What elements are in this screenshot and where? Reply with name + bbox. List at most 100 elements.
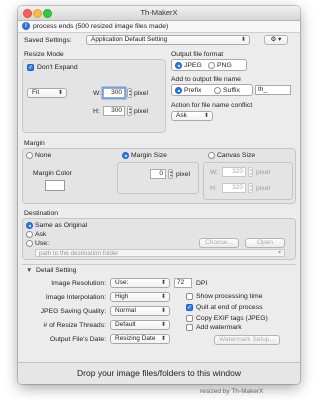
interpolation-value: High	[115, 293, 129, 300]
window-title: Th-MakerX	[140, 8, 178, 17]
margin-size-label: Margin Size	[131, 151, 167, 159]
width-stepper[interactable]: ▲ ▼	[127, 88, 132, 98]
canvas-h-input[interactable]: 320	[222, 183, 246, 193]
margin-title: Margin	[24, 140, 45, 147]
prefix-radio[interactable]	[175, 87, 182, 94]
resize-mode-title: Resize Mode	[24, 51, 64, 58]
threads-value: Default	[115, 321, 136, 328]
conflict-value: Ask	[176, 112, 187, 119]
jpeg-quality-label: JPEG Saving Quality:	[40, 308, 106, 315]
suffix-radio[interactable]	[214, 87, 221, 94]
status-bar: i process ends (500 resized image files …	[18, 21, 300, 33]
gear-menu-button[interactable]: ⚙ ▾	[264, 35, 288, 45]
destination-path-field[interactable]: path to the destination folder ▾	[35, 249, 285, 257]
saved-settings-label: Saved Settings:	[24, 37, 72, 44]
copy-exif-label: Copy EXIF tags (JPEG)	[196, 314, 268, 322]
canvas-h-unit: pixel	[256, 185, 270, 192]
dont-expand-checkbox[interactable]: ✓	[27, 64, 34, 71]
canvas-w-stepper[interactable]: ▲ ▼	[248, 167, 253, 177]
chevron-down-icon: ▾	[277, 250, 281, 256]
chevron-updown-icon: ⬍	[203, 113, 209, 119]
saved-settings-value: Application Default Setting	[91, 36, 168, 43]
add-name-title: Add to output file name	[171, 76, 241, 83]
canvas-size-box: W: 320 ▲ ▼ pixel H: 320 ▲ ▼ pixel	[203, 162, 293, 200]
jpeg-radio[interactable]	[175, 62, 182, 69]
height-label: H:	[93, 108, 100, 115]
interpolation-label: Image Interpolation:	[45, 294, 106, 301]
file-date-popup[interactable]: Resizing Date ⬍	[110, 334, 170, 344]
jpeg-quality-value: Normal	[115, 307, 136, 314]
margin-size-box: 0 ▲ ▼ pixel	[117, 162, 199, 194]
height-unit: pixel	[134, 108, 148, 115]
interpolation-popup[interactable]: High ⬍	[110, 292, 170, 302]
jpeg-label: JPEG	[184, 62, 202, 69]
drop-zone[interactable]: Drop your image files/folders to this wi…	[18, 362, 300, 384]
margin-group: None Margin Color Margin Size 0 ▲ ▼ pixel…	[22, 148, 296, 204]
destination-group: Same as Original Ask Use: Choose... Open…	[22, 218, 296, 260]
threads-popup[interactable]: Default ⬍	[110, 320, 170, 330]
resolution-popup[interactable]: Use: ⬍	[110, 278, 170, 288]
open-button[interactable]: Open	[245, 238, 285, 248]
jpeg-quality-popup[interactable]: Normal ⬍	[110, 306, 170, 316]
name-affix-input[interactable]: th_	[255, 85, 291, 95]
resolution-label: Image Resolution:	[51, 280, 106, 287]
same-as-original-radio[interactable]	[26, 222, 33, 229]
margin-size-unit: pixel	[176, 171, 190, 178]
ask-radio[interactable]	[26, 231, 33, 238]
canvas-h-stepper[interactable]: ▲ ▼	[248, 183, 253, 193]
margin-none-label: None	[35, 151, 52, 159]
margin-size-stepper[interactable]: ▲ ▼	[168, 169, 173, 179]
threads-label: # of Resize Threads:	[43, 322, 106, 329]
info-icon: i	[22, 22, 30, 30]
quit-end-checkbox[interactable]: ✓	[186, 304, 193, 311]
chevron-updown-icon: ⬍	[160, 294, 166, 300]
file-date-label: Output File's Date:	[49, 336, 106, 343]
add-watermark-checkbox[interactable]	[186, 324, 193, 331]
watermark-setup-button[interactable]: Watermark Setup...	[214, 335, 280, 345]
canvas-w-input[interactable]: 320	[222, 167, 246, 177]
chevron-updown-icon: ⬍	[160, 322, 166, 328]
width-unit: pixel	[134, 90, 148, 97]
margin-color-well[interactable]	[45, 180, 65, 191]
app-window: Th-MakerX i process ends (500 resized im…	[18, 6, 300, 384]
destination-path-placeholder: path to the destination folder	[39, 250, 119, 257]
chevron-updown-icon: ⬍	[160, 336, 166, 342]
ask-label: Ask	[35, 230, 47, 238]
dont-expand-label: Don't Expand	[37, 63, 78, 71]
prefix-label: Prefix	[184, 87, 202, 94]
png-label: PNG	[217, 62, 232, 69]
title-bar: Th-MakerX	[18, 6, 300, 21]
width-input[interactable]: 300	[103, 88, 125, 98]
suffix-label: Suffix	[223, 87, 240, 94]
copy-exif-checkbox[interactable]	[186, 315, 193, 322]
canvas-size-radio[interactable]	[208, 152, 215, 159]
chevron-updown-icon: ⬍	[240, 37, 246, 43]
gear-icon: ⚙ ▾	[270, 36, 282, 43]
destination-title: Destination	[24, 210, 59, 217]
height-input[interactable]: 300	[103, 106, 125, 116]
use-radio[interactable]	[26, 240, 33, 247]
canvas-w-unit: pixel	[256, 169, 270, 176]
chevron-updown-icon: ⬍	[57, 90, 63, 96]
canvas-h-label: H:	[210, 185, 217, 192]
dpi-input[interactable]: 72	[174, 278, 192, 288]
add-name-group: Prefix Suffix	[171, 84, 253, 96]
same-as-original-label: Same as Original	[35, 221, 88, 229]
height-stepper[interactable]: ▲ ▼	[127, 106, 132, 116]
chevron-updown-icon: ⬍	[160, 280, 166, 286]
conflict-popup[interactable]: Ask ⬍	[171, 111, 213, 121]
margin-none-radio[interactable]	[26, 152, 33, 159]
disclosure-triangle-icon[interactable]: ▼	[26, 267, 32, 274]
margin-size-input[interactable]: 0	[150, 169, 166, 179]
choose-button[interactable]: Choose...	[199, 238, 239, 248]
show-time-checkbox[interactable]	[186, 293, 193, 300]
conflict-title: Action for file name conflict	[171, 102, 253, 109]
width-label: W:	[93, 90, 102, 97]
saved-settings-popup[interactable]: Application Default Setting ⬍	[86, 35, 250, 45]
use-label: Use:	[35, 239, 49, 247]
status-message: process ends (500 resized image files ma…	[33, 22, 169, 30]
margin-size-radio[interactable]	[122, 152, 129, 159]
detail-setting-title: Detail Setting	[36, 267, 77, 274]
png-radio[interactable]	[208, 62, 215, 69]
fit-mode-popup[interactable]: Fit ⬍	[27, 88, 67, 98]
